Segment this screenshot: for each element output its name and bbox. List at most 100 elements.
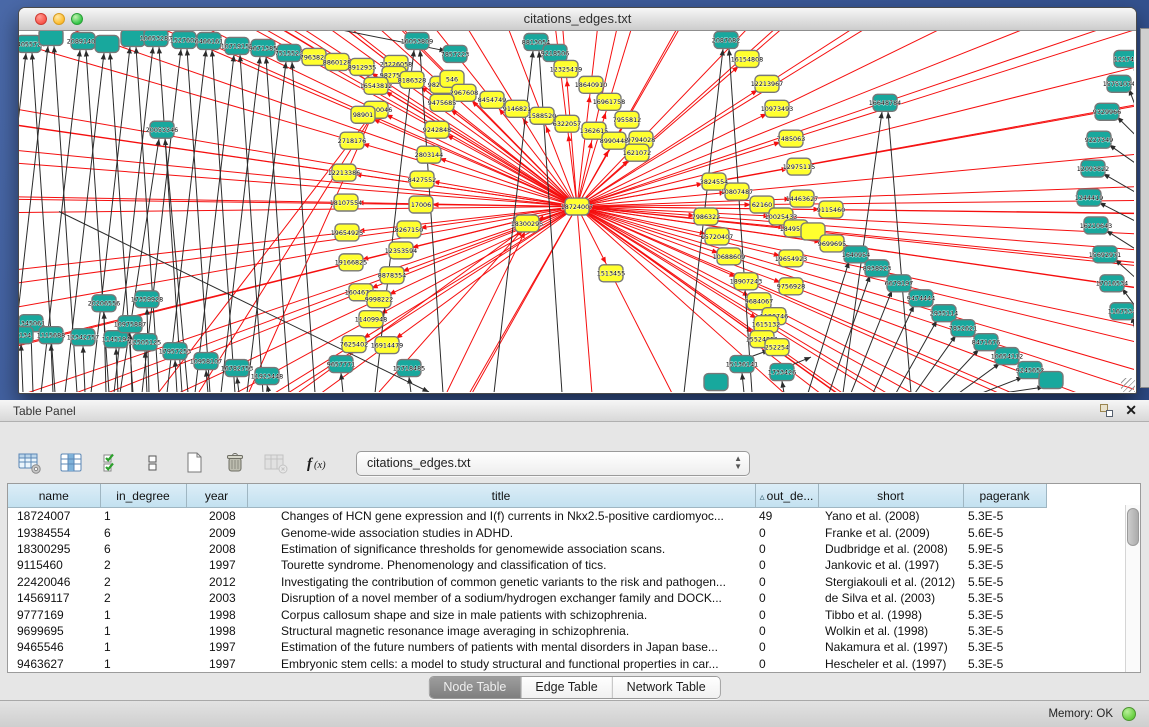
- graph-node[interactable]: 1513455: [597, 265, 625, 282]
- column-header-in-degree[interactable]: in_degree: [100, 484, 186, 508]
- graph-node[interactable]: 2803144: [415, 146, 443, 163]
- float-window-icon[interactable]: [1100, 404, 1113, 417]
- select-columns-icon[interactable]: [96, 448, 128, 478]
- graph-node[interactable]: 2718176: [338, 132, 366, 149]
- graph-node[interactable]: 12213967: [751, 75, 783, 92]
- graph-node[interactable]: 19654925: [331, 224, 363, 241]
- graph-node[interactable]: 17016534: [1096, 275, 1128, 292]
- graph-node[interactable]: 1640954: [842, 246, 870, 263]
- graph-node[interactable]: 18907243: [730, 273, 762, 290]
- table-row[interactable]: 2242004622012Investigating the contribut…: [8, 574, 1126, 590]
- graph-node[interactable]: 16210643: [1080, 217, 1112, 234]
- table-row[interactable]: 1830029562008Estimation of significance …: [8, 541, 1126, 557]
- graph-node[interactable]: 9756928: [777, 278, 805, 295]
- table-row[interactable]: 969969511998Structural magnetic resonanc…: [8, 623, 1126, 639]
- graph-node[interactable]: 15718485: [393, 360, 425, 377]
- graph-node[interactable]: 8990448: [600, 132, 628, 149]
- scrollbar-thumb[interactable]: [1127, 508, 1139, 546]
- column-header-short[interactable]: short: [818, 484, 963, 508]
- graph-node[interactable]: 17957253: [159, 343, 191, 360]
- column-header-pagerank[interactable]: pagerank: [963, 484, 1046, 508]
- graph-node[interactable]: 1244419: [1075, 189, 1103, 206]
- graph-canvas[interactable]: 1405572420891406106532871527602646616110…: [19, 31, 1134, 392]
- graph-node[interactable]: 8938923: [863, 260, 891, 277]
- graph-node[interactable]: 18724007: [561, 198, 593, 215]
- graph-node[interactable]: 9474444: [907, 290, 935, 307]
- network-window[interactable]: citations_edges.txt 14055724208914061065…: [18, 7, 1137, 394]
- graph-node[interactable]: 39134: [19, 327, 33, 344]
- graph-node[interactable]: 18300295: [511, 215, 543, 232]
- graph-node[interactable]: 18107554: [330, 194, 362, 211]
- graph-node[interactable]: 11923448: [251, 368, 283, 385]
- graph-node[interactable]: 7986322: [692, 208, 720, 225]
- graph-node[interactable]: 6322057: [553, 115, 581, 132]
- graph-node[interactable]: 9699695: [818, 235, 846, 252]
- table-row[interactable]: 911546021997Tourette syndrome. Phenomeno…: [8, 557, 1126, 573]
- graph-node[interactable]: 17006: [409, 196, 433, 213]
- table-row[interactable]: 1872400712008Changes of HCN gene express…: [8, 508, 1126, 525]
- graph-node[interactable]: 10958107: [190, 353, 222, 370]
- graph-node[interactable]: 14463627: [786, 190, 818, 207]
- graph-node[interactable]: 8186328: [398, 71, 426, 88]
- tab-network-table[interactable]: Network Table: [613, 677, 720, 698]
- graph-node[interactable]: 19654923: [775, 250, 807, 267]
- function-fx-icon[interactable]: f(x): [301, 448, 333, 478]
- graph-node[interactable]: 11409948: [355, 311, 387, 328]
- graph-node[interactable]: 9242848: [423, 121, 451, 138]
- graph-node[interactable]: 10973493: [761, 100, 793, 117]
- table-row[interactable]: 946554611997Estimation of the future num…: [8, 639, 1126, 655]
- graph-node[interactable]: 10688609: [713, 248, 745, 265]
- graph-node[interactable]: 7857223: [441, 45, 469, 62]
- tab-node-table[interactable]: Node Table: [429, 677, 521, 698]
- graph-node[interactable]: 16053809: [401, 32, 433, 49]
- graph-node[interactable]: 9657771: [327, 356, 355, 373]
- graph-node[interactable]: [39, 31, 63, 45]
- graph-node[interactable]: [95, 35, 119, 52]
- delete-trash-icon[interactable]: [219, 448, 251, 478]
- table-row[interactable]: 1938455462009Genome-wide association stu…: [8, 524, 1126, 540]
- vertical-scrollbar[interactable]: [1125, 505, 1140, 672]
- graph-node[interactable]: 8471676: [972, 334, 1000, 351]
- graph-node[interactable]: 20206556: [88, 295, 120, 312]
- graph-node[interactable]: 8912935: [348, 58, 376, 75]
- graph-node[interactable]: 7485063: [777, 130, 805, 147]
- graph-node[interactable]: 16648784: [869, 94, 901, 111]
- graph-node[interactable]: 16782753: [221, 360, 253, 377]
- graph-node[interactable]: 16914479: [371, 337, 403, 354]
- graph-node[interactable]: 15751074: [1103, 75, 1134, 92]
- new-table-icon[interactable]: [178, 448, 210, 478]
- graph-node[interactable]: 6679197: [885, 275, 913, 292]
- network-graph[interactable]: 1405572420891406106532871527602646616110…: [19, 31, 1134, 392]
- column-header-out-de-[interactable]: ▵out_de...: [755, 484, 818, 508]
- graph-node[interactable]: 16543812: [360, 77, 392, 94]
- graph-node[interactable]: 12353594: [385, 242, 417, 259]
- graph-node[interactable]: 16154808: [731, 50, 763, 67]
- graph-node[interactable]: 2087682: [712, 31, 740, 48]
- graph-node[interactable]: 9671385: [249, 39, 277, 56]
- graph-node[interactable]: 2935114: [930, 305, 958, 322]
- tab-edge-table[interactable]: Edge Table: [521, 677, 612, 698]
- graph-node[interactable]: 1167534: [1108, 303, 1134, 320]
- graph-node[interactable]: 121745: [1114, 50, 1134, 67]
- graph-node[interactable]: 12975115: [783, 158, 815, 175]
- graph-node[interactable]: 8267150: [395, 221, 423, 238]
- graph-node[interactable]: 19166825: [335, 254, 367, 271]
- column-header-title[interactable]: title: [247, 484, 755, 508]
- graph-node[interactable]: 98901: [351, 106, 375, 123]
- graph-node[interactable]: 6466161: [195, 32, 223, 49]
- graph-node[interactable]: 12505125: [129, 334, 161, 351]
- graph-node[interactable]: 7832621: [949, 320, 977, 337]
- graph-node[interactable]: [1039, 372, 1063, 389]
- graph-node[interactable]: 12325419: [550, 60, 582, 77]
- window-resize-grip[interactable]: [1121, 378, 1135, 392]
- table-row[interactable]: 1456911722003Disruption of a novel membe…: [8, 590, 1126, 606]
- graph-node[interactable]: 8427552: [408, 171, 436, 188]
- graph-node[interactable]: 10653287: [140, 31, 172, 46]
- import-table-icon[interactable]: [260, 448, 292, 478]
- graph-node[interactable]: 9115460: [817, 201, 845, 218]
- graph-node[interactable]: 9475685: [428, 94, 456, 111]
- graph-node[interactable]: 10807487: [721, 183, 753, 200]
- table-row[interactable]: 977716911998Corpus callosum shape and si…: [8, 606, 1126, 622]
- memory-ok-indicator[interactable]: [1122, 707, 1136, 721]
- graph-node[interactable]: 1115688: [37, 327, 65, 344]
